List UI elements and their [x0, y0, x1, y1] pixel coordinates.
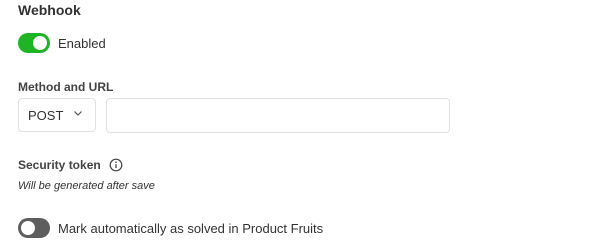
chevron-down-icon — [74, 111, 82, 116]
auto-solve-toggle-label: Mark automatically as solved in Product … — [58, 220, 324, 236]
method-url-label: Method and URL — [18, 80, 114, 94]
enabled-toggle-row: Enabled — [18, 33, 106, 53]
enabled-toggle-label: Enabled — [58, 35, 106, 51]
security-token-label: Security token — [18, 158, 101, 172]
auto-solve-toggle-row: Mark automatically as solved in Product … — [18, 218, 323, 238]
section-title: Webhook — [18, 2, 81, 18]
toggle-knob — [33, 36, 47, 50]
toggle-knob — [21, 221, 35, 235]
method-select-value: POST — [28, 107, 64, 123]
security-token-row: Security token — [18, 158, 123, 172]
enabled-toggle[interactable] — [18, 33, 50, 53]
security-token-hint: Will be generated after save — [18, 180, 155, 192]
url-input[interactable] — [106, 98, 450, 133]
auto-solve-toggle[interactable] — [18, 218, 50, 238]
info-icon[interactable] — [109, 158, 123, 172]
method-select[interactable]: POST — [18, 98, 96, 132]
